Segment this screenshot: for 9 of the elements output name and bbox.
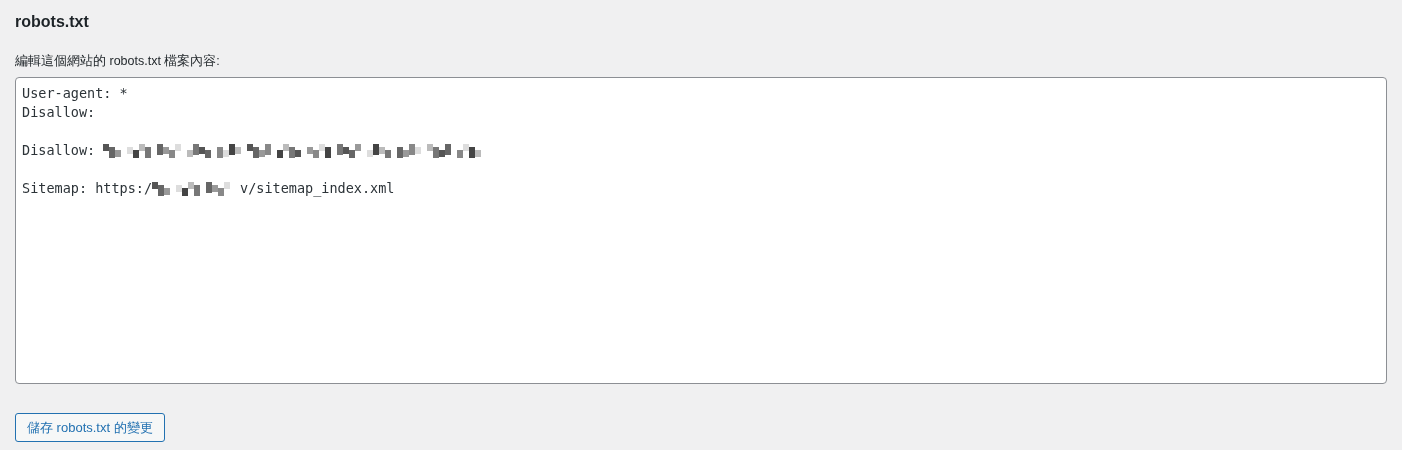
- text-area[interactable]: User-agent: * Disallow: Disallow: Sitemap: https:/ v/sitemap_index.xml: [15, 77, 1387, 384]
- section-heading: robots.txt: [15, 12, 89, 32]
- code-text: User-agent: *: [22, 84, 128, 103]
- code-text: Disallow:: [22, 103, 96, 122]
- field-label: 編輯這個網站的 robots.txt 檔案內容:: [15, 54, 220, 68]
- code-text: v/sitemap_index.xml: [240, 179, 395, 198]
- code-text: Sitemap: https:/: [22, 179, 153, 198]
- code-text: Disallow:: [22, 141, 97, 160]
- save-button[interactable]: 儲存 robots.txt 的變更: [15, 413, 165, 442]
